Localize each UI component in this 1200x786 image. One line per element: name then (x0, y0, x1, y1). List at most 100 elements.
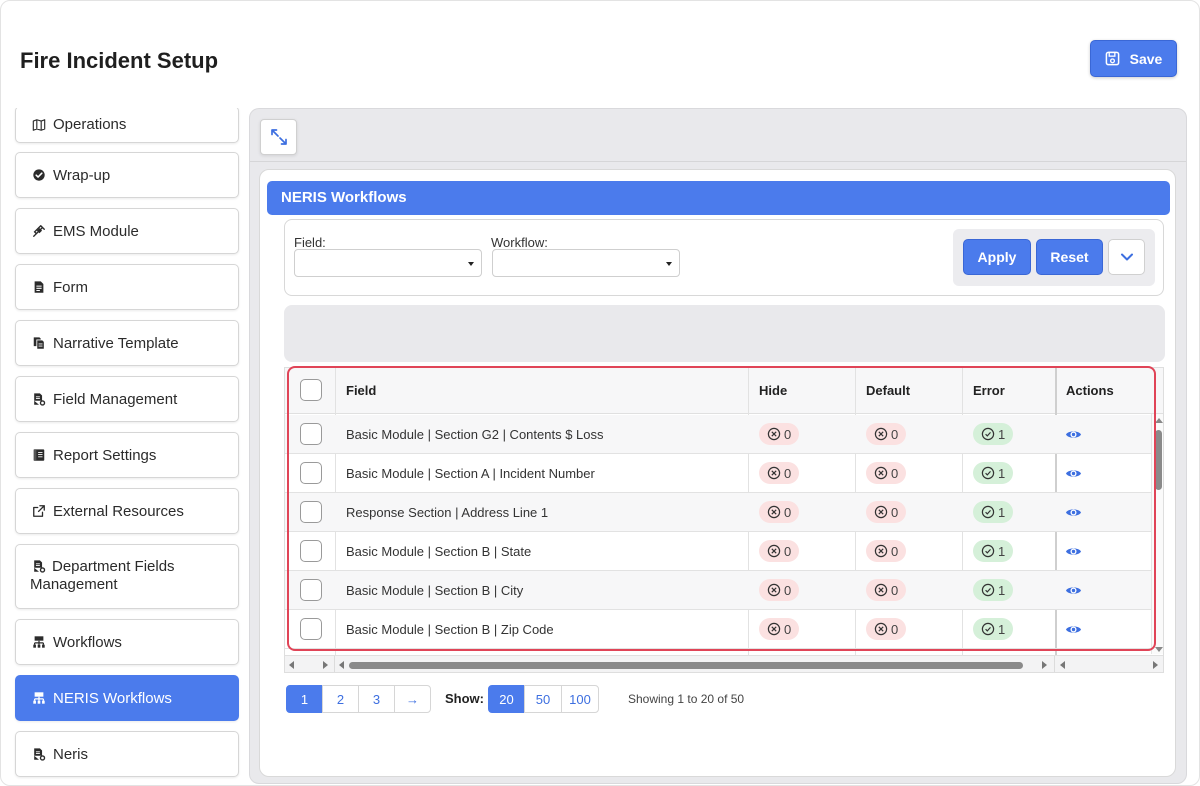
save-button[interactable]: Save (1090, 40, 1177, 77)
app-window: Fire Incident Setup Save Operations Wrap… (0, 0, 1200, 786)
grouping-bar (284, 305, 1165, 362)
table-row[interactable]: Basic Module | Section B | State 0 0 1 (285, 532, 1151, 571)
x-circle-icon (767, 622, 781, 636)
syringe-icon (33, 225, 45, 237)
scroll-right-arrow-icon[interactable] (1042, 661, 1047, 669)
sidebar-item-external-resources[interactable]: External Resources (15, 488, 239, 534)
column-header-field[interactable]: Field (346, 368, 376, 414)
view-eye-icon[interactable] (1065, 504, 1082, 521)
column-header-error[interactable]: Error (973, 368, 1005, 414)
results-summary: Showing 1 to 20 of 50 (628, 692, 745, 706)
sidebar-item-operations[interactable]: Operations (15, 108, 239, 143)
view-eye-icon[interactable] (1065, 426, 1082, 443)
page-size-100-button[interactable]: 100 (561, 685, 599, 713)
error-count-badge: 1 (973, 540, 1014, 562)
sidebar-item-neris[interactable]: Neris (15, 731, 239, 777)
book-icon (33, 449, 45, 461)
sidebar-item-label: Narrative Template (53, 334, 179, 352)
x-circle-icon (874, 583, 888, 597)
scroll-left-arrow-icon[interactable] (339, 661, 344, 669)
view-eye-icon[interactable] (1065, 543, 1082, 560)
row-checkbox[interactable] (300, 501, 322, 523)
sidebar-item-report-settings[interactable]: Report Settings (15, 432, 239, 478)
column-header-actions[interactable]: Actions (1066, 368, 1114, 414)
page-size-20-button[interactable]: 20 (488, 685, 525, 713)
map-icon (32, 118, 46, 131)
scroll-up-arrow-icon[interactable] (1155, 418, 1163, 423)
sidebar-item-label: Field Management (53, 390, 178, 408)
table-row[interactable]: Basic Module | Section G2 | Contents $ L… (285, 415, 1151, 454)
frozen-scroll-segment[interactable] (285, 656, 335, 672)
sidebar-item-label: NERIS Workflows (53, 689, 172, 707)
view-eye-icon[interactable] (1065, 621, 1082, 638)
sidebar-item-label: Form (53, 278, 88, 296)
row-checkbox[interactable] (300, 579, 322, 601)
sidebar-item-label: Workflows (53, 633, 122, 651)
apply-button[interactable]: Apply (963, 239, 1031, 275)
sidebar-item-field-management[interactable]: Field Management (15, 376, 239, 422)
table-row[interactable]: Basic Module | Section A | Incident Numb… (285, 454, 1151, 493)
collapse-filters-button[interactable] (1108, 239, 1145, 275)
page-3-button[interactable]: 3 (358, 685, 395, 713)
scroll-left-arrow-icon[interactable] (1060, 661, 1065, 669)
row-checkbox[interactable] (300, 462, 322, 484)
scroll-left-arrow-icon[interactable] (289, 661, 294, 669)
table-row[interactable]: Response Section | Address Line 1 0 0 1 (285, 493, 1151, 532)
table-row[interactable]: Basic Module | Section B | Zip Code 0 0 … (285, 610, 1151, 649)
workflow-select[interactable] (492, 249, 680, 277)
column-header-default[interactable]: Default (866, 368, 910, 414)
scroll-right-arrow-icon[interactable] (323, 661, 328, 669)
sitemap-icon (33, 636, 45, 648)
vertical-scrollbar[interactable] (1151, 414, 1163, 654)
sidebar-item-wrap-up[interactable]: Wrap-up (15, 152, 239, 198)
row-checkbox[interactable] (300, 423, 322, 445)
workflow-filter-label: Workflow: (491, 235, 548, 250)
next-page-button[interactable]: → (394, 685, 431, 713)
sidebar-item-ems-module[interactable]: EMS Module (15, 208, 239, 254)
sidebar-item-form[interactable]: Form (15, 264, 239, 310)
sidebar-item-neris-workflows[interactable]: NERIS Workflows (15, 675, 239, 721)
page-1-button[interactable]: 1 (286, 685, 323, 713)
row-checkbox[interactable] (300, 540, 322, 562)
card-title: NERIS Workflows (267, 181, 1170, 215)
file-gear-icon (34, 748, 46, 761)
x-circle-icon (874, 505, 888, 519)
table-row[interactable]: Basic Module | Section B | City 0 0 1 (285, 571, 1151, 610)
select-all-checkbox[interactable] (300, 379, 322, 401)
check-circle-icon (981, 466, 995, 480)
scroll-down-arrow-icon[interactable] (1155, 647, 1163, 652)
hide-count-badge: 0 (759, 462, 800, 484)
reset-button[interactable]: Reset (1036, 239, 1103, 275)
sidebar-item-department-fields-management[interactable]: Department Fields Management (15, 544, 239, 609)
external-link-icon (33, 505, 45, 517)
field-select[interactable] (294, 249, 482, 277)
scroll-right-arrow-icon[interactable] (1153, 661, 1158, 669)
document-icon (34, 281, 44, 293)
field-cell: Response Section | Address Line 1 (346, 505, 549, 520)
x-circle-icon (874, 622, 888, 636)
sidebar-item-label: Operations (53, 116, 127, 133)
x-circle-icon (767, 505, 781, 519)
sidebar-item-workflows[interactable]: Workflows (15, 619, 239, 665)
x-circle-icon (874, 544, 888, 558)
page-2-button[interactable]: 2 (322, 685, 359, 713)
caret-down-icon (468, 262, 474, 266)
column-header-hide[interactable]: Hide (759, 368, 787, 414)
sidebar-item-narrative-template[interactable]: Narrative Template (15, 320, 239, 366)
page-size-50-button[interactable]: 50 (524, 685, 562, 713)
sidebar-item-label: Report Settings (53, 446, 157, 464)
page-size-label: Show: (445, 691, 484, 706)
view-eye-icon[interactable] (1065, 465, 1082, 482)
expand-button[interactable] (260, 119, 297, 155)
check-circle-icon (981, 544, 995, 558)
scroll-thumb[interactable] (1155, 430, 1162, 490)
default-count-badge: 0 (866, 501, 907, 523)
scroll-thumb[interactable] (349, 662, 1023, 669)
view-eye-icon[interactable] (1065, 582, 1082, 599)
check-circle-icon (981, 583, 995, 597)
actions-scroll-segment[interactable] (1055, 656, 1163, 672)
hide-count-badge: 0 (759, 618, 800, 640)
row-checkbox[interactable] (300, 618, 322, 640)
main-scroll-segment[interactable] (335, 656, 1055, 672)
horizontal-scrollbar[interactable] (285, 655, 1163, 672)
